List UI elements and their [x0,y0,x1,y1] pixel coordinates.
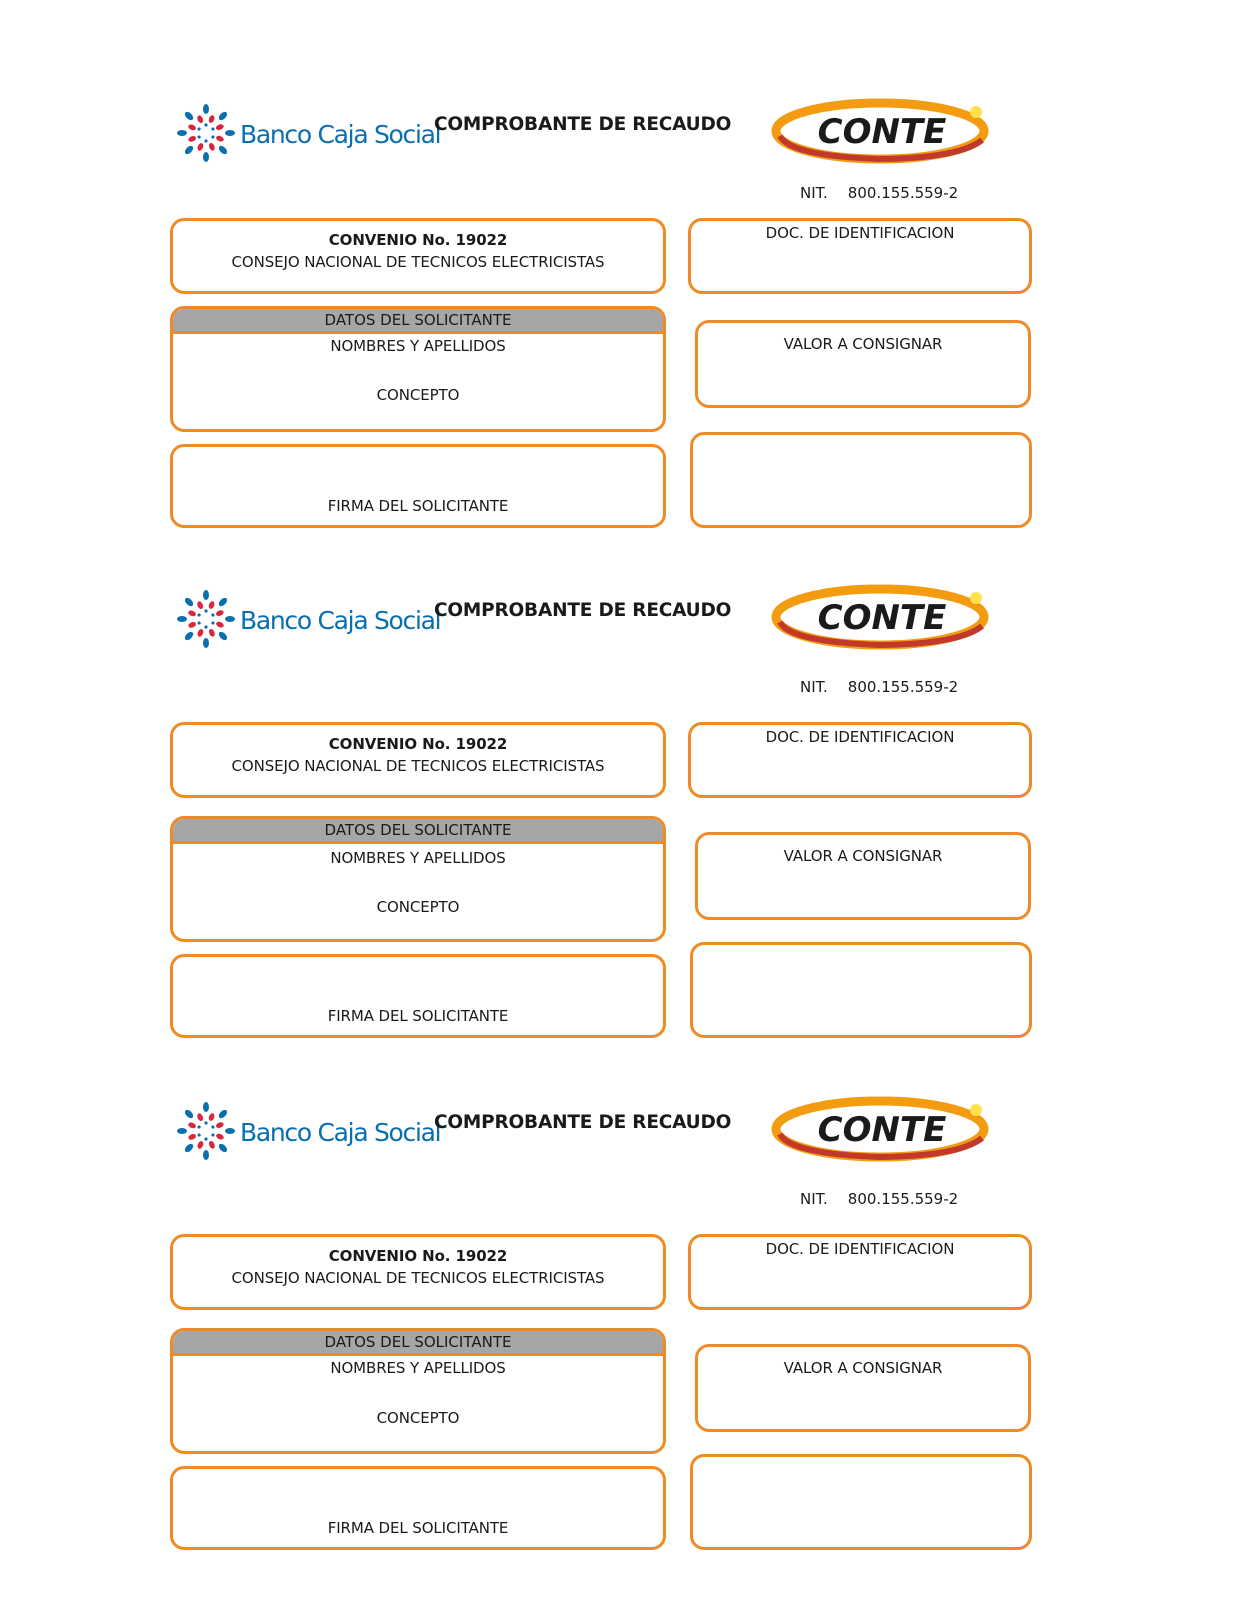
firma-solicitante-field[interactable]: FIRMA DEL SOLICITANTE [170,444,666,528]
firma-solicitante-label: FIRMA DEL SOLICITANTE [327,1519,509,1537]
datos-solicitante-header: DATOS DEL SOLICITANTE [173,309,663,334]
datos-solicitante-header: DATOS DEL SOLICITANTE [173,1331,663,1356]
bank-name: Banco Caja Social [240,606,442,635]
valor-consignar-label: VALOR A CONSIGNAR [783,847,943,865]
payment-slip-2: Banco Caja Social COMPROBANTE DE RECAUDO… [0,584,1240,1038]
nombres-apellidos-label: NOMBRES Y APELLIDOS [330,337,506,355]
nit-label: NIT. [800,1190,828,1208]
bank-logo: Banco Caja Social [176,588,442,652]
nit-value: 800.155.559-2 [847,184,959,202]
nit-value: 800.155.559-2 [847,1190,959,1208]
nit-label: NIT. [800,678,828,696]
svg-text:CONTE: CONTE [818,112,947,152]
convenio-box: CONVENIO No. 19022 CONSEJO NACIONAL DE T… [170,218,666,294]
nit: NIT. 800.155.559-2 [800,184,958,202]
bank-name: Banco Caja Social [240,1118,442,1147]
valor-consignar-field[interactable]: VALOR A CONSIGNAR [695,832,1031,920]
blank-field[interactable] [690,432,1032,528]
convenio-name: CONSEJO NACIONAL DE TECNICOS ELECTRICIST… [231,253,605,271]
doc-identificacion-label: DOC. DE IDENTIFICACION [765,728,955,746]
conte-logo: CONTE [771,98,989,164]
doc-identificacion-field[interactable]: DOC. DE IDENTIFICACION [688,1234,1032,1310]
convenio-name: CONSEJO NACIONAL DE TECNICOS ELECTRICIST… [231,757,605,775]
payment-slip-1: Banco Caja Social COMPROBANTE DE RECAUDO… [0,98,1240,542]
convenio-box: CONVENIO No. 19022 CONSEJO NACIONAL DE T… [170,722,666,798]
bank-logo: Banco Caja Social [176,1100,442,1164]
datos-solicitante-box[interactable]: DATOS DEL SOLICITANTE NOMBRES Y APELLIDO… [170,306,666,432]
firma-solicitante-label: FIRMA DEL SOLICITANTE [327,1007,509,1025]
svg-text:CONTE: CONTE [818,598,947,638]
doc-identificacion-field[interactable]: DOC. DE IDENTIFICACION [688,218,1032,294]
nit-value: 800.155.559-2 [847,678,959,696]
nit-label: NIT. [800,184,828,202]
document-title: COMPROBANTE DE RECAUDO [434,600,732,621]
nombres-apellidos-label: NOMBRES Y APELLIDOS [330,1359,506,1377]
blank-field[interactable] [690,1454,1032,1550]
bank-starburst-icon [177,1102,235,1160]
concepto-label: CONCEPTO [376,1409,460,1427]
firma-solicitante-field[interactable]: FIRMA DEL SOLICITANTE [170,954,666,1038]
firma-solicitante-field[interactable]: FIRMA DEL SOLICITANTE [170,1466,666,1550]
convenio-title: CONVENIO No. 19022 [328,735,508,753]
bank-logo: Banco Caja Social [176,102,442,166]
convenio-name: CONSEJO NACIONAL DE TECNICOS ELECTRICIST… [231,1269,605,1287]
datos-solicitante-box[interactable]: DATOS DEL SOLICITANTE NOMBRES Y APELLIDO… [170,816,666,942]
convenio-title: CONVENIO No. 19022 [328,1247,508,1265]
svg-text:CONTE: CONTE [818,1110,947,1150]
convenio-box: CONVENIO No. 19022 CONSEJO NACIONAL DE T… [170,1234,666,1310]
bank-starburst-icon [177,590,235,648]
document-title: COMPROBANTE DE RECAUDO [434,114,732,135]
blank-field[interactable] [690,942,1032,1038]
convenio-title: CONVENIO No. 19022 [328,231,508,249]
concepto-label: CONCEPTO [376,386,460,404]
concepto-label: CONCEPTO [376,898,460,916]
conte-logo: CONTE [771,584,989,650]
bank-name: Banco Caja Social [240,120,442,149]
valor-consignar-field[interactable]: VALOR A CONSIGNAR [695,320,1031,408]
doc-identificacion-field[interactable]: DOC. DE IDENTIFICACION [688,722,1032,798]
nit: NIT. 800.155.559-2 [800,678,958,696]
valor-consignar-label: VALOR A CONSIGNAR [783,1359,943,1377]
firma-solicitante-label: FIRMA DEL SOLICITANTE [327,497,509,515]
payment-slip-3: Banco Caja Social COMPROBANTE DE RECAUDO… [0,1096,1240,1550]
doc-identificacion-label: DOC. DE IDENTIFICACION [765,224,955,242]
document-title: COMPROBANTE DE RECAUDO [434,1112,732,1133]
conte-logo: CONTE [771,1096,989,1162]
bank-starburst-icon [177,104,235,162]
valor-consignar-label: VALOR A CONSIGNAR [783,335,943,353]
valor-consignar-field[interactable]: VALOR A CONSIGNAR [695,1344,1031,1432]
datos-solicitante-box[interactable]: DATOS DEL SOLICITANTE NOMBRES Y APELLIDO… [170,1328,666,1454]
doc-identificacion-label: DOC. DE IDENTIFICACION [765,1240,955,1258]
datos-solicitante-header: DATOS DEL SOLICITANTE [173,819,663,844]
nit: NIT. 800.155.559-2 [800,1190,958,1208]
nombres-apellidos-label: NOMBRES Y APELLIDOS [330,849,506,867]
